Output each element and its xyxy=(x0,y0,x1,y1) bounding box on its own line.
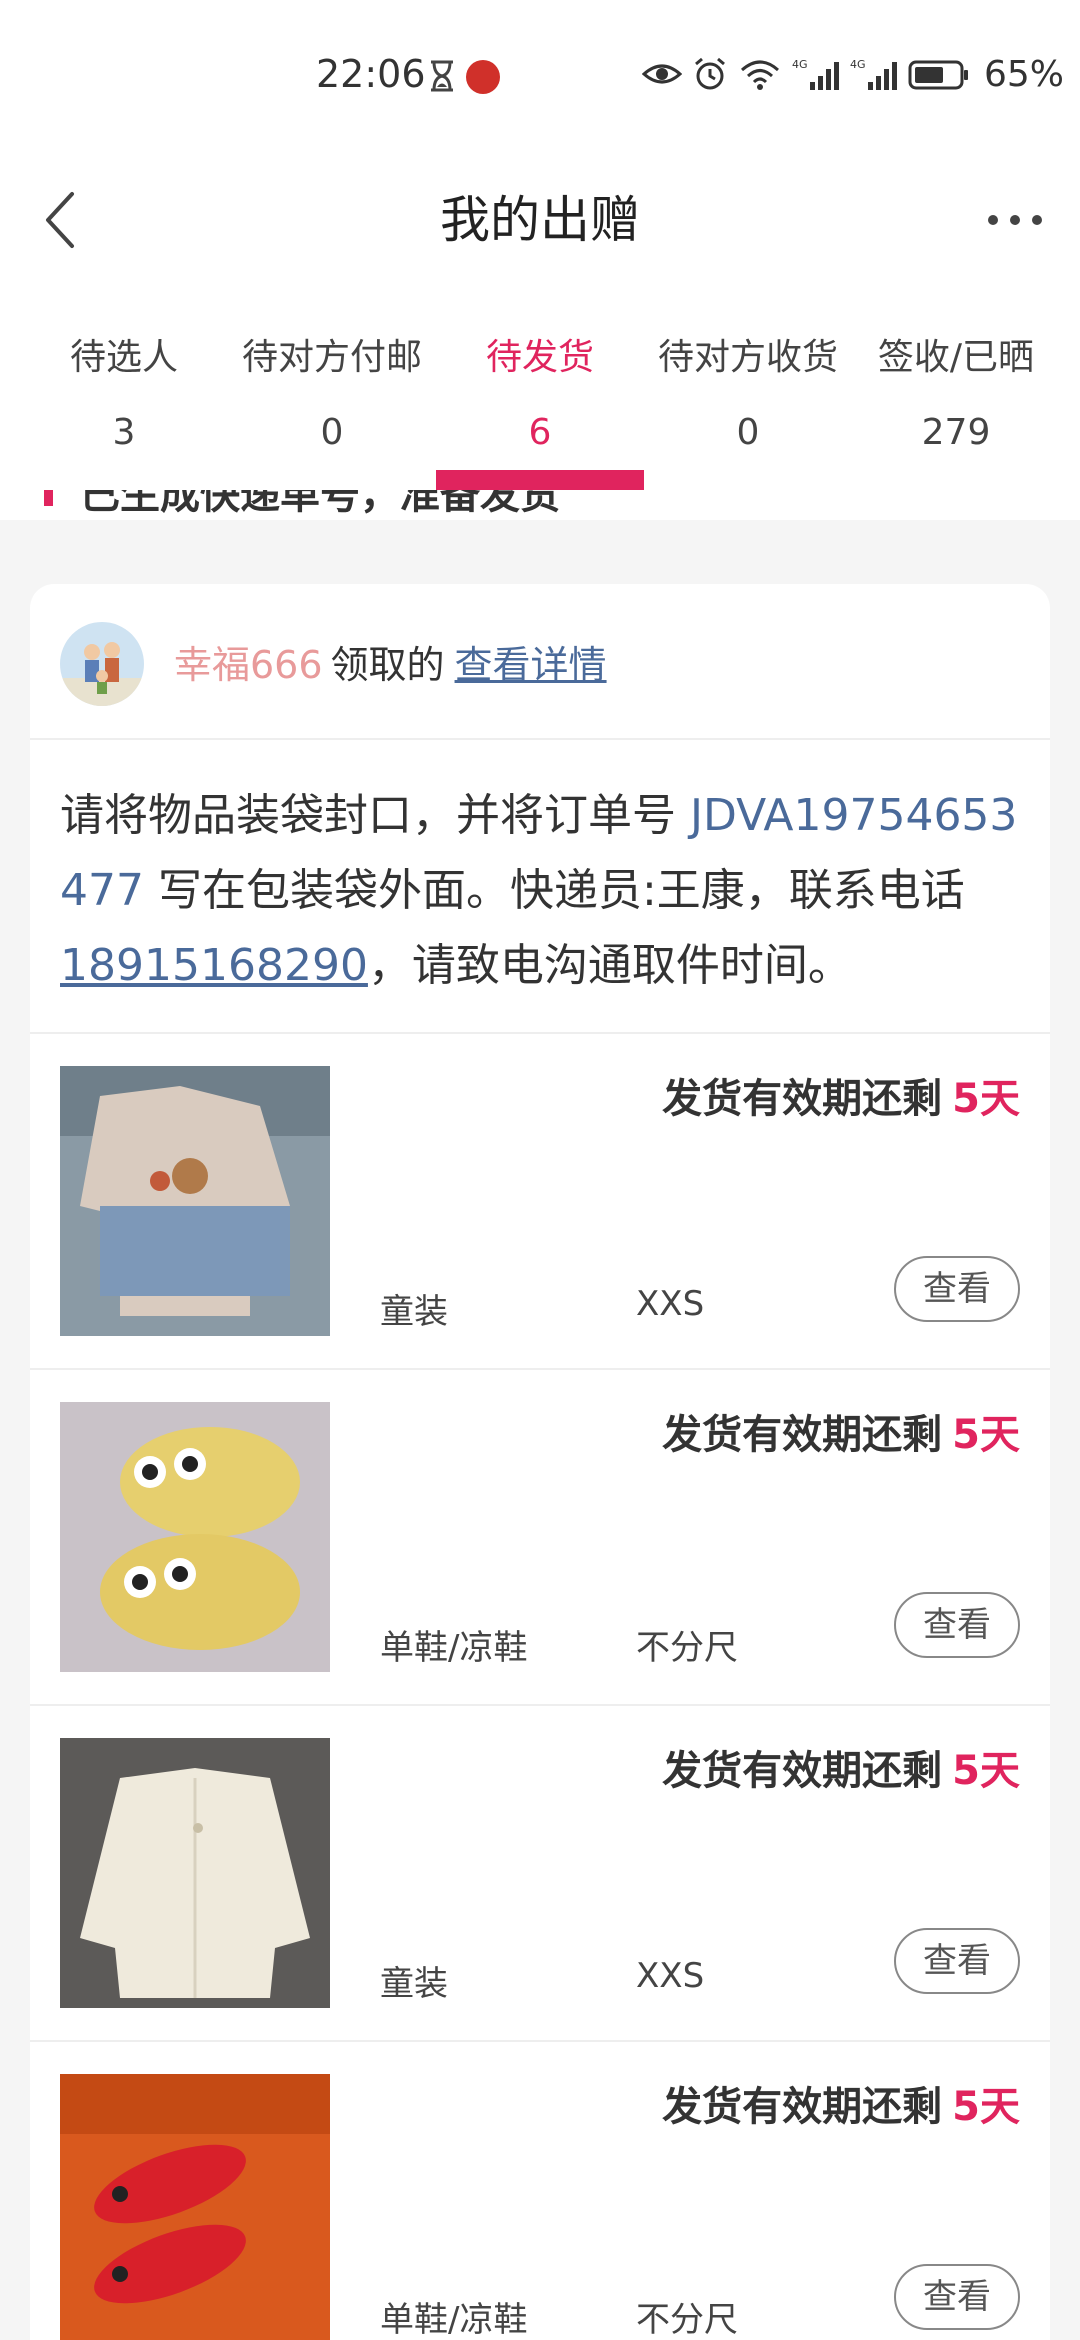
view-item-button[interactable]: 查看 xyxy=(894,1928,1020,1994)
item-size: XXS xyxy=(636,1284,705,1324)
more-dots-icon xyxy=(988,215,1042,225)
tab-count: 279 xyxy=(921,412,991,453)
item-photo[interactable] xyxy=(60,1066,330,1336)
instruction-suffix: ，请致电沟通取件时间。 xyxy=(367,940,852,991)
avatar[interactable] xyxy=(60,622,144,706)
page-title: 我的出赠 xyxy=(440,191,640,249)
tab-count: 0 xyxy=(320,412,344,453)
section-accent-bar xyxy=(44,490,53,506)
signal-4g-icon: 4G xyxy=(850,58,897,90)
deadline-days: 5天 xyxy=(952,2084,1020,2130)
item-size: 不分尺 xyxy=(636,1628,738,1668)
chevron-left-icon xyxy=(46,192,74,248)
donation-item: 发货有效期还剩 5天 童装 XXS 查看 xyxy=(30,1706,1050,2042)
item-category: 童装 xyxy=(380,1964,448,2004)
ship-deadline: 发货有效期还剩 5天 xyxy=(662,1066,1020,1124)
alarm-icon xyxy=(695,57,725,90)
donation-item: 发货有效期还剩 5天 单鞋/凉鞋 不分尺 查看 xyxy=(30,1370,1050,1706)
tab-count: 0 xyxy=(736,412,760,453)
avatar-image xyxy=(60,622,144,706)
item-photo[interactable] xyxy=(60,2074,330,2340)
item-size: 不分尺 xyxy=(636,2300,738,2340)
deadline-label: 发货有效期还剩 xyxy=(662,1748,943,1794)
item-category: 童装 xyxy=(380,1292,448,1332)
tab-label: 签收/已晒 xyxy=(877,337,1035,378)
signal-4g-icon: 4G xyxy=(792,58,839,90)
battery-percent: 65% xyxy=(983,53,1064,95)
view-item-button[interactable]: 查看 xyxy=(894,1256,1020,1322)
item-image xyxy=(60,1402,330,1672)
tab-label: 待对方付邮 xyxy=(241,337,422,378)
item-category: 单鞋/凉鞋 xyxy=(380,2300,528,2340)
status-icons: 4G 4G 65% xyxy=(641,52,1064,96)
wifi-icon xyxy=(740,60,779,90)
view-item-button[interactable]: 查看 xyxy=(894,2264,1020,2330)
section-heading-peek: 已生成快递单号，准备发货 xyxy=(0,490,1080,520)
view-details-link[interactable]: 查看详情 xyxy=(455,643,607,687)
view-item-button[interactable]: 查看 xyxy=(894,1592,1020,1658)
item-image xyxy=(60,2074,330,2340)
order-card: 幸福666 领取的 查看详情 请将物品装袋封口，并将订单号 JDVA19754653… xyxy=(30,584,1050,2340)
tab-pending-receipt[interactable]: 待对方收货 0 xyxy=(644,300,852,490)
svg-text:4G: 4G xyxy=(792,58,808,71)
status-bar: 22:06 4G 4G 65% xyxy=(0,0,1080,160)
instruction-prefix: 请将物品装袋封口，并将订单号 xyxy=(60,790,690,841)
deadline-days: 5天 xyxy=(952,1076,1020,1122)
ship-deadline: 发货有效期还剩 5天 xyxy=(662,1738,1020,1796)
battery-icon xyxy=(908,60,968,90)
deadline-days: 5天 xyxy=(952,1412,1020,1458)
back-button[interactable] xyxy=(20,160,100,280)
received-label: 领取的 xyxy=(330,643,445,687)
ship-deadline: 发货有效期还剩 5天 xyxy=(662,1402,1020,1460)
receiver-name[interactable]: 幸福666 xyxy=(174,643,323,687)
app-notification-icon xyxy=(466,60,500,94)
tab-pending-postage[interactable]: 待对方付邮 0 xyxy=(228,300,436,490)
section-heading: 已生成快递单号，准备发货 xyxy=(80,490,560,518)
tab-count: 6 xyxy=(528,412,552,453)
tab-label: 待选人 xyxy=(69,337,178,378)
receiver-line: 幸福666 领取的 查看详情 xyxy=(174,634,607,689)
eye-icon xyxy=(641,64,682,84)
item-photo[interactable] xyxy=(60,1738,330,2008)
tab-label: 待对方收货 xyxy=(657,337,838,378)
more-button[interactable] xyxy=(970,160,1060,280)
tab-pending-shipment[interactable]: 待发货 6 xyxy=(436,300,644,490)
deadline-label: 发货有效期还剩 xyxy=(662,1412,943,1458)
status-time: 22:06 xyxy=(316,52,426,96)
item-category: 单鞋/凉鞋 xyxy=(380,1628,528,1668)
donation-item: 发货有效期还剩 5天 童装 XXS 查看 xyxy=(30,1034,1050,1370)
nav-bar: 我的出赠 xyxy=(0,160,1080,300)
tab-pending-selection[interactable]: 待选人 3 xyxy=(20,300,228,490)
tab-bar: 待选人 3 待对方付邮 0 待发货 6 待对方收货 0 签收/已晒 279 xyxy=(0,300,1080,490)
deadline-label: 发货有效期还剩 xyxy=(662,1076,943,1122)
tab-signed-shared[interactable]: 签收/已晒 279 xyxy=(852,300,1060,490)
courier-phone-link[interactable]: 18915168290 xyxy=(60,940,368,991)
item-photo[interactable] xyxy=(60,1402,330,1672)
item-image xyxy=(60,1738,330,2008)
svg-text:4G: 4G xyxy=(850,58,866,71)
tab-count: 3 xyxy=(112,412,136,453)
item-size: XXS xyxy=(636,1956,705,1996)
donation-item: 发货有效期还剩 5天 单鞋/凉鞋 不分尺 查看 xyxy=(30,2042,1050,2340)
ship-deadline: 发货有效期还剩 5天 xyxy=(662,2074,1020,2132)
tab-label: 待发货 xyxy=(485,337,594,378)
instruction-middle: 写在包装袋外面。快递员:王康，联系电话 xyxy=(143,865,965,916)
item-image xyxy=(60,1066,330,1336)
deadline-label: 发货有效期还剩 xyxy=(662,2084,943,2130)
order-card-header: 幸福666 领取的 查看详情 xyxy=(30,584,1050,740)
shipping-instruction: 请将物品装袋封口，并将订单号 JDVA19754653477 写在包装袋外面。快… xyxy=(60,778,1040,1003)
hourglass-icon xyxy=(431,60,453,92)
deadline-days: 5天 xyxy=(952,1748,1020,1794)
active-tab-indicator xyxy=(436,470,644,490)
